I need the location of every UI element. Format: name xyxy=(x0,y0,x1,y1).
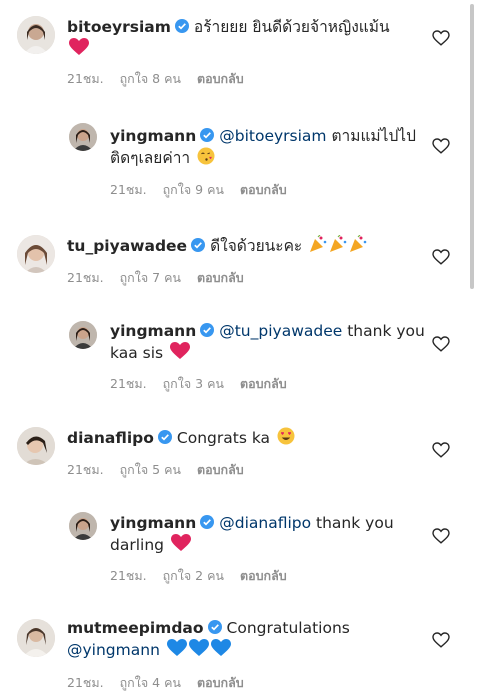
scrollbar[interactable] xyxy=(470,4,474,289)
avatar[interactable] xyxy=(17,619,55,657)
heart-outline-icon[interactable] xyxy=(432,138,450,154)
comment-time: 21ชม. xyxy=(67,675,104,690)
red-heart-emoji-icon xyxy=(170,342,191,359)
comment-time: 21ชม. xyxy=(67,462,104,477)
comment-meta: 21ชม. ถูกใจ 4 คน ตอบกลับ xyxy=(67,673,260,693)
verified-badge-icon xyxy=(200,323,215,337)
comment-time: 21ชม. xyxy=(110,182,147,197)
reply-button[interactable]: ตอบกลับ xyxy=(197,270,244,285)
verified-badge-icon xyxy=(157,430,172,444)
comment-username[interactable]: bitoeyrsiam xyxy=(67,18,171,36)
comment-likes[interactable]: ถูกใจ 3 คน xyxy=(163,376,224,391)
comment-time: 21ชม. xyxy=(110,568,147,583)
comment-likes[interactable]: ถูกใจ 4 คน xyxy=(120,675,181,690)
verified-badge-icon xyxy=(191,238,206,252)
comment-time: 21ชม. xyxy=(67,71,104,86)
reply-button[interactable]: ตอบกลับ xyxy=(240,568,287,583)
comment-username[interactable]: yingmann xyxy=(110,514,196,532)
avatar[interactable] xyxy=(17,235,55,273)
heart-outline-icon[interactable] xyxy=(432,249,450,265)
blue-heart-emoji-icon xyxy=(166,639,231,656)
comment-meta: 21ชม. ถูกใจ 8 คน ตอบกลับ xyxy=(67,69,260,89)
comment-meta: 21ชม. ถูกใจ 5 คน ตอบกลับ xyxy=(67,460,260,480)
comment-mention[interactable]: @yingmann xyxy=(67,641,160,659)
reply-button[interactable]: ตอบกลับ xyxy=(240,182,287,197)
comment-time: 21ชม. xyxy=(67,270,104,285)
comment-username[interactable]: dianaflipo xyxy=(67,429,154,447)
avatar[interactable] xyxy=(69,123,97,151)
reply-button[interactable]: ตอบกลับ xyxy=(197,462,244,477)
verified-badge-icon xyxy=(200,128,215,142)
comment-mention[interactable]: @tu_piyawadee xyxy=(219,322,342,340)
verified-badge-icon xyxy=(174,19,189,33)
heart-outline-icon[interactable] xyxy=(432,30,450,46)
comment-meta: 21ชม. ถูกใจ 2 คน ตอบกลับ xyxy=(110,566,303,586)
heart-outline-icon[interactable] xyxy=(432,528,450,544)
reply-button[interactable]: ตอบกลับ xyxy=(197,675,244,690)
kiss-emoji-icon xyxy=(197,147,215,165)
avatar[interactable] xyxy=(17,16,55,54)
comment-username[interactable]: tu_piyawadee xyxy=(67,237,187,255)
reply-button[interactable]: ตอบกลับ xyxy=(197,71,244,86)
comment-meta: 21ชม. ถูกใจ 7 คน ตอบกลับ xyxy=(67,268,260,288)
comment-username[interactable]: yingmann xyxy=(110,322,196,340)
comment-mention[interactable]: @bitoeyrsiam xyxy=(219,127,326,145)
avatar[interactable] xyxy=(69,512,97,540)
comment-likes[interactable]: ถูกใจ 7 คน xyxy=(120,270,181,285)
heart-outline-icon[interactable] xyxy=(432,442,450,458)
comment-time: 21ชม. xyxy=(110,376,147,391)
red-heart-emoji-icon xyxy=(170,534,191,551)
reply-button[interactable]: ตอบกลับ xyxy=(240,376,287,391)
comment-username[interactable]: yingmann xyxy=(110,127,196,145)
comment-meta: 21ชม. ถูกใจ 9 คน ตอบกลับ xyxy=(110,180,303,200)
party-popper-emoji-icon xyxy=(310,235,367,252)
heart-outline-icon[interactable] xyxy=(432,336,450,352)
comment-likes[interactable]: ถูกใจ 9 คน xyxy=(163,182,224,197)
comment-text: ดีใจด้วยนะคะ xyxy=(210,237,303,255)
heart-outline-icon[interactable] xyxy=(432,632,450,648)
comment-text: อร้ายยย ยินดีด้วยจ้าหญิงแม้น xyxy=(193,18,390,36)
avatar[interactable] xyxy=(69,321,97,349)
comment-text: Congratulations xyxy=(226,619,350,637)
comment-likes[interactable]: ถูกใจ 5 คน xyxy=(120,462,181,477)
verified-badge-icon xyxy=(200,515,215,529)
verified-badge-icon xyxy=(207,620,222,634)
heart-eyes-emoji-icon xyxy=(277,427,295,445)
comment-likes[interactable]: ถูกใจ 2 คน xyxy=(163,568,224,583)
comment-mention[interactable]: @dianaflipo xyxy=(219,514,311,532)
comment-text: Congrats ka xyxy=(176,429,271,447)
comment-username[interactable]: mutmeepimdao xyxy=(67,619,204,637)
comment-meta: 21ชม. ถูกใจ 3 คน ตอบกลับ xyxy=(110,374,303,394)
red-heart-emoji-icon xyxy=(69,38,89,55)
avatar[interactable] xyxy=(17,427,55,465)
comment-likes[interactable]: ถูกใจ 8 คน xyxy=(120,71,181,86)
